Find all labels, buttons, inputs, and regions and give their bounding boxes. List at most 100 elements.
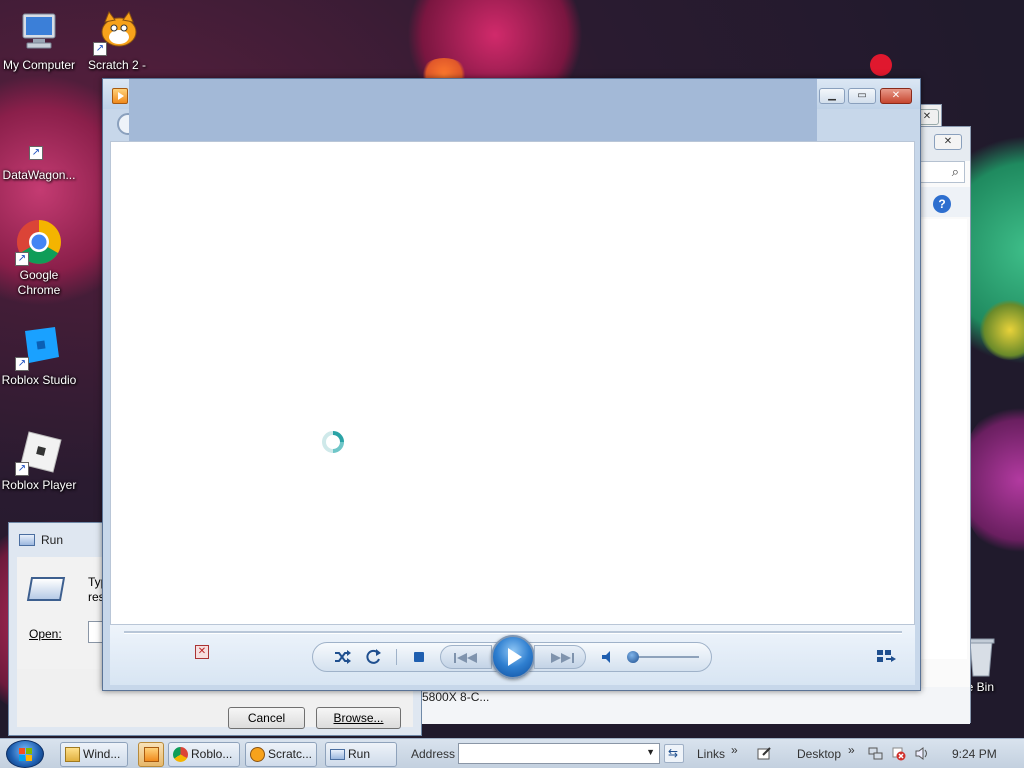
volume-icon <box>602 651 610 663</box>
speaker-icon <box>915 747 927 760</box>
media-player-window[interactable]: ▁ ▭ ✕ ✕ <box>102 78 921 691</box>
links-chevron-icon[interactable]: » <box>731 743 738 757</box>
shortcut-arrow-icon: ↗ <box>15 252 29 266</box>
shortcut-arrow-icon: ↗ <box>15 357 29 371</box>
next-icon <box>551 653 574 663</box>
desktop-icon-my-computer[interactable]: My Computer <box>0 8 81 73</box>
search-box[interactable]: ⌕ <box>919 161 965 183</box>
notepad-quicklaunch[interactable] <box>757 746 772 761</box>
media-player-app-icon <box>112 88 128 104</box>
go-button[interactable]: ⇆ <box>664 744 684 763</box>
chrome-icon: ↗ <box>15 218 63 266</box>
taskbar-button-media-player[interactable] <box>138 742 164 767</box>
volume-tray-icon[interactable] <box>914 746 930 761</box>
media-player-library-pane[interactable] <box>110 141 915 625</box>
minimize-button[interactable]: ▁ <box>819 88 845 104</box>
roblox-player-icon: ↗ <box>15 428 63 476</box>
links-toolbar-label[interactable]: Links <box>697 747 725 761</box>
computer-icon <box>15 8 63 56</box>
switch-to-now-playing-button[interactable] <box>875 647 897 667</box>
taskbar-button-scratch[interactable]: Scratc... <box>245 742 317 767</box>
desktop-icon-scratch[interactable]: ↗ Scratch 2 - <box>75 8 159 73</box>
taskbar: Wind... Roblo... Scratc... Run Address ▼… <box>0 738 1024 768</box>
close-button[interactable]: ✕ <box>934 134 962 150</box>
status-band: 5800X 8-C... <box>419 687 970 724</box>
start-button[interactable] <box>6 740 44 768</box>
roblox-studio-icon: ↗ <box>15 323 63 371</box>
shortcut-arrow-icon: ↗ <box>29 146 43 160</box>
seek-bar[interactable] <box>124 631 902 634</box>
address-input[interactable]: ▼ <box>458 743 660 764</box>
previous-icon <box>454 653 477 663</box>
separator <box>396 649 397 665</box>
shuffle-icon <box>335 650 351 664</box>
stop-button[interactable] <box>409 647 429 667</box>
shuffle-button[interactable] <box>332 647 352 667</box>
chrome-icon <box>173 747 188 762</box>
taskbar-button-label: Run <box>348 747 371 761</box>
previous-button[interactable] <box>440 645 492 669</box>
cancel-button[interactable]: Cancel <box>228 707 305 729</box>
switch-to-now-playing-icon <box>877 650 896 662</box>
desktop-icon-google-chrome[interactable]: ↗ Google Chrome <box>0 218 81 298</box>
close-button[interactable]: ✕ <box>880 88 912 104</box>
taskbar-button-label: Roblo... <box>191 747 233 761</box>
status-text: 5800X 8-C... <box>422 690 490 704</box>
play-icon <box>508 648 522 666</box>
taskbar-button-run[interactable]: Run <box>325 742 397 767</box>
explorer-content <box>919 219 967 659</box>
datawagon-icon: ↗ <box>15 118 63 166</box>
desktop-toolbar-label[interactable]: Desktop <box>797 747 841 761</box>
run-program-icon <box>26 577 66 601</box>
loading-spinner-icon <box>322 431 344 453</box>
desktop-icon-roblox-player[interactable]: ↗ Roblox Player <box>0 428 81 493</box>
run-title: Run <box>41 533 64 547</box>
run-icon <box>330 749 345 760</box>
desktop-icon-label: Scratch 2 - <box>87 58 147 72</box>
repeat-icon <box>366 649 381 664</box>
pen-and-paper-icon <box>757 747 771 760</box>
open-label: Open: <box>29 627 62 641</box>
network-icon <box>868 747 883 760</box>
media-player-address-band <box>129 79 817 141</box>
taskbar-button-label: Wind... <box>83 747 121 761</box>
play-button[interactable] <box>491 635 535 679</box>
desktop-icon-label: Roblox Studio <box>1 373 77 387</box>
playback-controls-bar: ✕ <box>110 625 915 685</box>
browse-button[interactable]: Browse... <box>316 707 401 729</box>
desktop-icon-label: Google Chrome <box>17 268 61 297</box>
clock[interactable]: 9:24 PM <box>952 747 997 761</box>
windows-start-orb <box>19 748 32 761</box>
taskbar-button-label: Scratc... <box>268 747 313 761</box>
desktop-icon-label: Roblox Player <box>1 478 77 492</box>
maximize-button[interactable]: ▭ <box>848 88 876 104</box>
network-tray-icon[interactable] <box>868 747 883 761</box>
volume-thumb[interactable] <box>627 651 639 663</box>
mute-button[interactable] <box>598 647 616 667</box>
media-player-icon <box>144 747 159 762</box>
desktop-icon-label: My Computer <box>2 58 76 72</box>
security-alert-tray-icon[interactable] <box>891 746 906 761</box>
taskbar-button-explorer[interactable]: Wind... <box>60 742 128 767</box>
scratch-cat-icon: ↗ <box>93 8 141 56</box>
help-icon[interactable]: ? <box>933 195 951 213</box>
shortcut-arrow-icon: ↗ <box>15 462 29 476</box>
flag-warning-icon <box>892 747 906 761</box>
go-arrows-icon: ⇆ <box>668 746 679 760</box>
desktop-chevron-icon[interactable]: » <box>848 743 855 757</box>
taskbar-button-chrome[interactable]: Roblo... <box>168 742 240 767</box>
explorer-icon <box>65 747 80 762</box>
search-icon: ⌕ <box>951 164 959 179</box>
desktop-icon-roblox-studio[interactable]: ↗ Roblox Studio <box>0 323 81 388</box>
error-icon[interactable]: ✕ <box>195 645 209 659</box>
stop-icon <box>414 652 424 662</box>
next-button[interactable] <box>534 645 586 669</box>
repeat-button[interactable] <box>363 647 383 667</box>
desktop-icon-label: DataWagon... <box>2 168 76 182</box>
volume-slider[interactable] <box>627 651 699 663</box>
scratch-cat-icon <box>250 747 265 762</box>
run-icon <box>19 534 35 546</box>
desktop-icon-datawagon[interactable]: ↗ DataWagon... <box>0 118 81 183</box>
shortcut-arrow-icon: ↗ <box>93 42 107 56</box>
dropdown-arrow-icon[interactable]: ▼ <box>646 747 655 757</box>
